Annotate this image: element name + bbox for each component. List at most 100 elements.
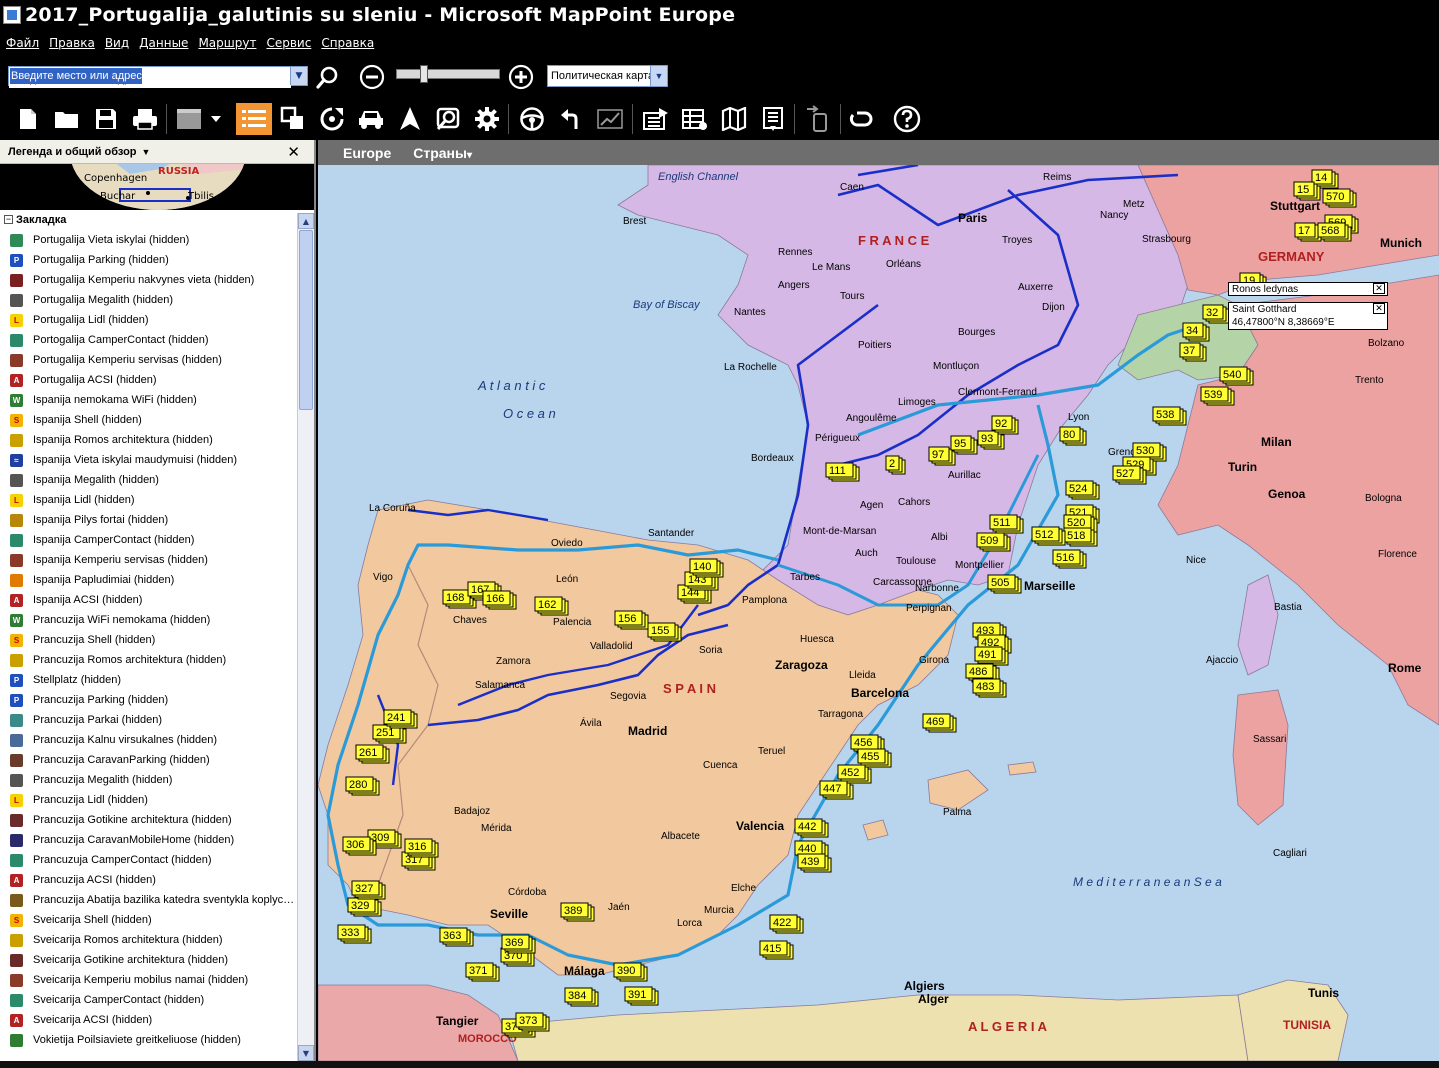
scrollbar-thumb[interactable] (299, 230, 313, 410)
route-marker[interactable]: 306 (342, 836, 377, 856)
bookmark-item[interactable]: Prancuzija Megalith (hidden) (0, 770, 297, 790)
route-marker[interactable]: 483 (972, 678, 1007, 698)
bookmark-group-header[interactable]: − Закладка (0, 210, 314, 229)
route-marker[interactable]: 527 (1112, 465, 1147, 485)
bookmark-item[interactable]: Sveicarija Romos architektura (hidden) (0, 930, 297, 950)
chart-button[interactable] (594, 103, 626, 135)
route-marker[interactable]: 34 (1182, 322, 1210, 342)
address-search-input[interactable] (9, 70, 291, 88)
bookmark-item[interactable]: W Prancuzija WiFi nemokama (hidden) (0, 610, 297, 630)
bookmark-item[interactable]: L Prancuzija Lidl (hidden) (0, 790, 297, 810)
menu-help[interactable]: Справка (321, 36, 374, 50)
route-marker[interactable]: 422 (769, 914, 804, 934)
route-marker[interactable]: 538 (1152, 406, 1187, 426)
route-marker[interactable]: 518 (1063, 527, 1098, 547)
route-marker[interactable]: 111 (825, 462, 860, 482)
bookmark-list-scrollbar[interactable]: ▲ ▼ (297, 213, 314, 1061)
route-marker[interactable]: 329 (347, 897, 382, 917)
undo-button[interactable] (555, 103, 587, 135)
route-marker[interactable]: 415 (759, 940, 794, 960)
bookmark-item[interactable]: L Ispanija Lidl (hidden) (0, 490, 297, 510)
route-marker[interactable]: 15 (1293, 181, 1321, 201)
route-marker[interactable]: 80 (1059, 426, 1087, 446)
route-marker[interactable]: 371 (465, 962, 500, 982)
legend-pane-header[interactable]: Легенда и общий обзор ▼ ✕ (0, 140, 314, 164)
bookmark-item[interactable]: P Prancuzija Parking (hidden) (0, 690, 297, 710)
bookmark-item[interactable]: S Sveicarija Shell (hidden) (0, 910, 297, 930)
zoom-in-button[interactable] (508, 64, 534, 90)
close-icon[interactable]: ✕ (1373, 303, 1385, 314)
route-marker[interactable]: 95 (950, 435, 978, 455)
route-marker[interactable]: 516 (1052, 549, 1087, 569)
route-marker[interactable]: 469 (922, 713, 957, 733)
menu-file[interactable]: Файл (6, 36, 39, 50)
route-marker[interactable]: 540 (1219, 366, 1254, 386)
route-marker[interactable]: 389 (560, 902, 595, 922)
bookmark-item[interactable]: Prancuzija Kalnu virsukalnes (hidden) (0, 730, 297, 750)
bookmark-item[interactable]: S Prancuzija Shell (hidden) (0, 630, 297, 650)
address-search-box[interactable]: Введите место или адрес ▼ (8, 66, 308, 88)
route-marker[interactable]: 32 (1202, 304, 1230, 324)
bookmark-item[interactable]: W Ispanija nemokama WiFi (hidden) (0, 390, 297, 410)
route-marker[interactable]: 442 (794, 818, 829, 838)
app-icon[interactable] (3, 6, 21, 24)
bookmark-item[interactable]: P Portugalija Parking (hidden) (0, 250, 297, 270)
route-marker[interactable]: 261 (355, 744, 390, 764)
car-button[interactable] (355, 103, 387, 135)
bookmark-item[interactable]: Vokietija Poilsiaviete greitkeliuose (hi… (0, 1030, 297, 1050)
route-marker[interactable]: 439 (797, 853, 832, 873)
route-marker[interactable]: 140 (689, 558, 724, 578)
route-marker[interactable]: 369 (501, 934, 536, 954)
chevron-down-icon[interactable]: ▼ (142, 147, 151, 157)
close-icon[interactable]: ✕ (287, 143, 300, 161)
navigate-button[interactable] (394, 103, 426, 135)
bookmark-item[interactable]: Ispanija CamperContact (hidden) (0, 530, 297, 550)
route-marker[interactable]: 568 (1317, 222, 1352, 242)
bookmark-item[interactable]: Ispanija Kemperiu servisas (hidden) (0, 550, 297, 570)
route-marker[interactable]: 491 (974, 646, 1009, 666)
map-pane[interactable]: Europe Страны▾ F R A N C E S P A I N GER… (318, 140, 1439, 1061)
bookmark-item[interactable]: A Prancuzija ACSI (hidden) (0, 870, 297, 890)
settings-button[interactable] (471, 103, 503, 135)
route-marker[interactable]: 391 (624, 986, 659, 1006)
find-nearby-button[interactable] (432, 103, 464, 135)
layers-button[interactable] (277, 103, 309, 135)
route-marker[interactable]: 512 (1031, 526, 1066, 546)
bookmark-item[interactable]: Prancuzuja CamperContact (hidden) (0, 850, 297, 870)
route-marker[interactable]: 241 (383, 709, 418, 729)
map-view-dropdown[interactable] (204, 103, 228, 135)
menu-route[interactable]: Маршрут (198, 36, 256, 50)
bookmark-item[interactable]: S Ispanija Shell (hidden) (0, 410, 297, 430)
route-marker[interactable]: 155 (647, 622, 682, 642)
save-button[interactable] (90, 103, 122, 135)
bookmark-item[interactable]: Portugalija Vieta iskylai (hidden) (0, 230, 297, 250)
bookmark-item[interactable]: Ispanija Romos architektura (hidden) (0, 430, 297, 450)
bookmark-item[interactable]: Prancuzija Gotikine architektura (hidden… (0, 810, 297, 830)
bookmark-item[interactable]: Prancuzija Abatija bazilika katedra sven… (0, 890, 297, 910)
breadcrumb-europe[interactable]: Europe (343, 145, 391, 161)
route-marker[interactable]: 327 (351, 880, 386, 900)
address-dropdown-button[interactable]: ▼ (290, 67, 307, 85)
route-marker[interactable]: 280 (345, 776, 380, 796)
scroll-down-button[interactable]: ▼ (298, 1045, 314, 1061)
route-marker[interactable]: 17 (1294, 222, 1322, 242)
route-marker[interactable]: 511 (989, 514, 1024, 534)
menu-tools[interactable]: Сервис (266, 36, 311, 50)
map-view-button[interactable] (172, 103, 206, 135)
close-icon[interactable]: ✕ (1373, 283, 1385, 294)
route-marker[interactable]: 447 (819, 780, 854, 800)
route-marker[interactable]: 539 (1200, 386, 1235, 406)
bookmark-item[interactable]: Prancuzija Romos architektura (hidden) (0, 650, 297, 670)
collapse-icon[interactable]: − (4, 215, 13, 224)
route-marker[interactable]: 524 (1065, 480, 1100, 500)
route-marker[interactable]: 156 (614, 610, 649, 630)
new-map-button[interactable] (12, 103, 44, 135)
find-button[interactable] (315, 64, 341, 90)
route-marker[interactable]: 333 (337, 924, 372, 944)
map-style-select[interactable]: Политическая карта ▼ (547, 65, 668, 87)
open-button[interactable] (51, 103, 83, 135)
menu-view[interactable]: Вид (105, 36, 129, 50)
breadcrumb-countries[interactable]: Страны▾ (413, 145, 472, 161)
help-button[interactable] (891, 103, 923, 135)
bookmark-item[interactable]: Portogalija CamperContact (hidden) (0, 330, 297, 350)
